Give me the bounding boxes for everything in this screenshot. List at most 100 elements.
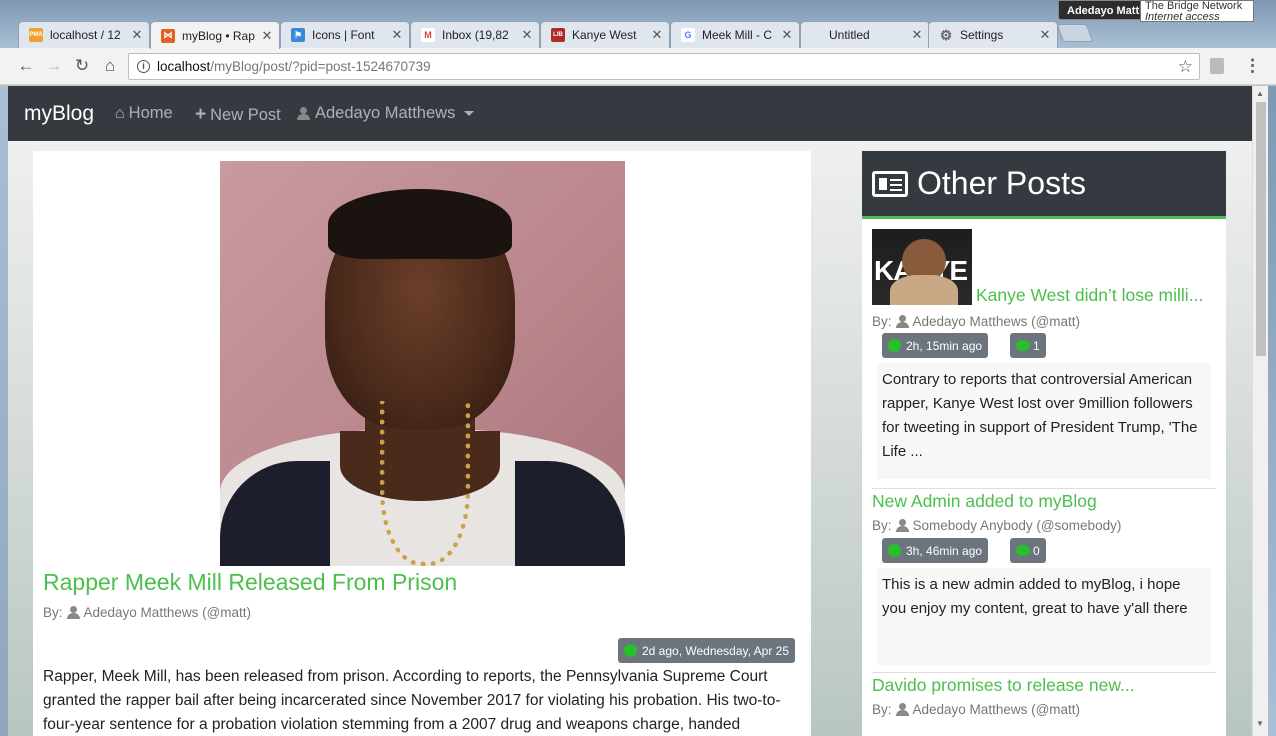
tab-title: Inbox (19,82 [442,28,509,42]
caret-down-icon [464,111,475,116]
other-post-title[interactable]: Kanye West didn’t lose milli... [976,285,1203,306]
close-icon[interactable]: ✕ [649,27,665,43]
browser-toolbar: ← → ↻ ⌂ i localhost/myBlog/post/?pid=pos… [0,48,1276,85]
extension-icon[interactable] [1210,58,1224,74]
profile-chip[interactable]: Adedayo Matth [1058,0,1146,20]
post-thumbnail[interactable]: KANYE [872,229,972,305]
time-badge: 2h, 15min ago [882,333,989,358]
post-author[interactable]: Adedayo Matthews (@matt) [84,605,252,620]
browser-tab[interactable]: ⚑ Icons | Font ✕ [280,21,410,48]
comment-badge: 1 [1010,333,1046,358]
other-post-byline: By: Somebody Anybody (@somebody) [872,518,1121,533]
nav-user-label: Adedayo Matthews [315,104,456,122]
comment-icon [1016,340,1030,351]
other-post-author[interactable]: Adedayo Matthews (@matt) [913,702,1081,717]
close-icon[interactable]: ✕ [779,27,795,43]
close-icon[interactable]: ✕ [519,27,535,43]
divider [872,672,1216,673]
url-host: localhost [157,59,211,74]
reload-icon[interactable]: ↻ [72,56,92,76]
browser-menu-icon[interactable]: ⋮ [1244,56,1261,76]
other-post-item: Davido promises to release new... By: Ad… [872,675,1216,736]
browser-tab[interactable]: Untitled ✕ [800,21,930,48]
home-icon[interactable]: ⌂ [100,56,120,76]
network-tooltip: The Bridge Network Internet access [1140,0,1254,22]
post-article: Rapper Meek Mill Released From Prison By… [33,151,811,736]
other-post-title[interactable]: Davido promises to release new... [872,675,1135,696]
network-status: Internet access [1145,11,1220,22]
nav-user-dropdown[interactable]: Adedayo Matthews [297,104,475,123]
hero-chain [380,401,470,566]
byline-prefix: By: [872,518,892,533]
comment-icon [1016,545,1030,556]
other-post-excerpt: Contrary to reports that controversial A… [877,363,1211,479]
sidebar-title: Other Posts [917,165,1086,201]
browser-tab[interactable]: M Inbox (19,82 ✕ [410,21,540,48]
info-icon[interactable]: i [137,60,150,73]
sidebar-header: Other Posts [862,151,1226,219]
byline-prefix: By: [43,605,63,620]
close-icon[interactable]: ✕ [129,27,145,43]
other-post-excerpt: This is a new admin added to myBlog, i h… [877,568,1211,665]
close-icon[interactable]: ✕ [909,27,925,43]
window-frame-left [0,86,8,736]
clock-icon [624,644,637,657]
byline-prefix: By: [872,702,892,717]
divider [872,488,1216,489]
phpmyadmin-icon: PMA [29,28,43,42]
address-bar[interactable]: i localhost/myBlog/post/?pid=post-152467… [128,53,1200,80]
scroll-up-arrow-icon[interactable]: ▲ [1256,89,1264,98]
site-brand[interactable]: myBlog [24,102,94,126]
other-post-author[interactable]: Somebody Anybody (@somebody) [913,518,1122,533]
back-arrow-icon[interactable]: ← [16,56,36,76]
other-post-title[interactable]: New Admin added to myBlog [872,491,1097,512]
nav-home[interactable]: ⌂ Home [115,104,173,123]
user-icon [895,703,909,716]
other-post-author[interactable]: Adedayo Matthews (@matt) [913,314,1081,329]
page-scrollbar[interactable]: ▲ ▼ [1252,86,1268,736]
lib-icon: LIB [551,28,565,42]
scroll-down-arrow-icon[interactable]: ▼ [1256,719,1264,728]
nav-new-post[interactable]: + New Post [195,104,281,126]
browser-tab[interactable]: ⚙ Settings ✕ [928,21,1058,48]
close-icon[interactable]: ✕ [389,27,405,43]
url-path: /myBlog/post/?pid=post-1524670739 [210,59,431,74]
other-posts-sidebar: Other Posts KANYE Kanye West didn’t lose… [862,151,1226,736]
comment-badge: 0 [1010,538,1046,563]
post-title: Rapper Meek Mill Released From Prison [43,569,458,595]
clock-icon [888,339,901,352]
time-ago: 2h, 15min ago [906,338,983,353]
close-icon[interactable]: ✕ [1037,27,1053,43]
post-hero-image [220,161,625,566]
page-viewport: myBlog ⌂ Home + New Post Adedayo Matthew… [8,86,1252,736]
home-icon: ⌂ [115,104,125,122]
post-body: Rapper, Meek Mill, has been released fro… [43,668,781,733]
byline-prefix: By: [872,314,892,329]
gmail-icon: M [421,28,435,42]
flag-icon: ⚑ [291,28,305,42]
forward-arrow-icon[interactable]: → [44,56,64,76]
browser-tab-active[interactable]: ⋈ myBlog • Rap ✕ [150,21,280,49]
browser-tab[interactable]: PMA localhost / 12 ✕ [18,21,150,48]
other-post-byline: By: Adedayo Matthews (@matt) [872,314,1080,329]
browser-tab[interactable]: LIB Kanye West ✕ [540,21,670,48]
other-post-item: New Admin added to myBlog By: Somebody A… [872,491,1216,673]
scroll-thumb[interactable] [1256,102,1266,356]
nav-home-label: Home [128,104,173,122]
tab-title: Untitled [829,28,870,42]
plus-icon: + [195,104,207,125]
close-icon[interactable]: ✕ [259,28,275,44]
google-icon: G [681,28,695,42]
user-icon [895,519,909,532]
new-tab-button[interactable] [1056,24,1094,42]
post-date-badge: 2d ago, Wednesday, Apr 25 [618,638,795,663]
browser-tab[interactable]: G Meek Mill - C ✕ [670,21,800,48]
bookmark-star-icon[interactable]: ☆ [1178,54,1193,79]
clock-icon [888,544,901,557]
tab-title: Meek Mill - C [702,28,773,42]
user-icon [895,315,909,328]
tab-title: Settings [960,28,1004,42]
time-ago: 3h, 46min ago [906,543,983,558]
comment-count: 1 [1033,338,1040,353]
gear-icon: ⚙ [939,26,953,43]
